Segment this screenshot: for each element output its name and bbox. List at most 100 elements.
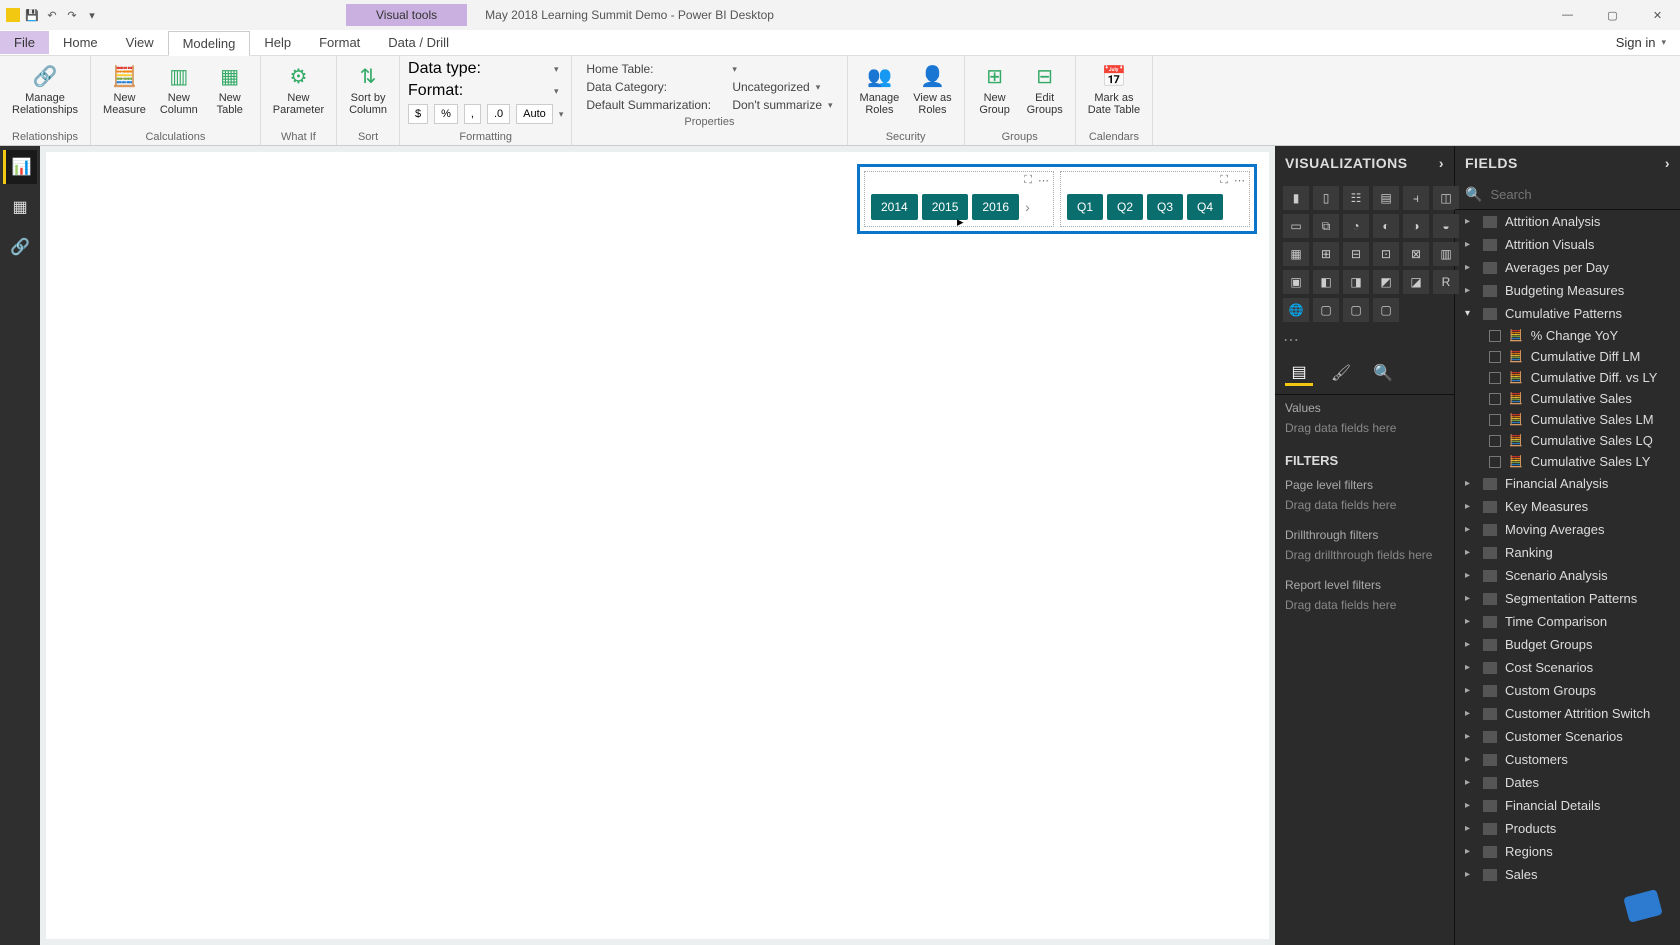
mark-as-date-table-button[interactable]: 📅Mark as Date Table (1084, 60, 1144, 118)
model-view-button[interactable]: 🔗 (3, 230, 37, 264)
field-table[interactable]: ▸Customers (1455, 748, 1680, 771)
year-chip[interactable]: 2014 (871, 194, 918, 220)
manage-relationships-button[interactable]: 🔗 Manage Relationships (8, 60, 82, 118)
viz-type-icon[interactable]: ⊟ (1343, 242, 1369, 266)
more-visuals-icon[interactable]: ⋯ (1275, 328, 1454, 352)
chevron-down-icon[interactable]: ▾ (732, 64, 737, 75)
viz-type-icon[interactable]: ▦ (1283, 242, 1309, 266)
field-table[interactable]: ▸Budget Groups (1455, 633, 1680, 656)
field-table[interactable]: ▸Segmentation Patterns (1455, 587, 1680, 610)
field-table[interactable]: ▸Customer Attrition Switch (1455, 702, 1680, 725)
field-table[interactable]: ▾Cumulative Patterns (1455, 302, 1680, 325)
new-measure-button[interactable]: 🧮New Measure (99, 60, 150, 118)
chevron-down-icon[interactable]: ▾ (559, 109, 564, 120)
format-tab[interactable]: 🖌 (1327, 360, 1355, 386)
tab-home[interactable]: Home (49, 31, 112, 54)
field-table[interactable]: ▸Time Comparison (1455, 610, 1680, 633)
collapse-pane-icon[interactable]: › (1665, 155, 1670, 171)
field-item[interactable]: 🧮% Change YoY (1455, 325, 1680, 346)
field-table[interactable]: ▸Key Measures (1455, 495, 1680, 518)
page-filters-dropzone[interactable]: Drag data fields here (1275, 494, 1454, 522)
viz-type-icon[interactable]: ◔ (1343, 214, 1369, 238)
viz-type-icon[interactable]: ☷ (1343, 186, 1369, 210)
viz-type-icon[interactable]: ⧉ (1313, 214, 1339, 238)
chevron-down-icon[interactable]: ▾ (554, 64, 559, 75)
field-table[interactable]: ▸Products (1455, 817, 1680, 840)
report-canvas[interactable]: ⛶ ⋯ 201420152016› ▸ ⛶ ⋯ Q1Q2Q3Q4 (46, 152, 1269, 939)
focus-mode-icon[interactable]: ⛶ (1024, 174, 1032, 187)
viz-type-icon[interactable]: ▭ (1283, 214, 1309, 238)
year-chip[interactable]: 2015 (922, 194, 969, 220)
viz-type-icon[interactable]: ◩ (1373, 270, 1399, 294)
tab-file[interactable]: File (0, 31, 49, 54)
quarter-chip[interactable]: Q3 (1147, 194, 1183, 220)
quarter-chip[interactable]: Q2 (1107, 194, 1143, 220)
viz-type-icon[interactable]: 🌐 (1283, 298, 1309, 322)
viz-type-icon[interactable]: ◪ (1403, 270, 1429, 294)
field-checkbox[interactable] (1489, 330, 1501, 342)
field-checkbox[interactable] (1489, 456, 1501, 468)
viz-type-icon[interactable]: ⊠ (1403, 242, 1429, 266)
report-view-button[interactable]: 📊 (3, 150, 37, 184)
field-table[interactable]: ▸Moving Averages (1455, 518, 1680, 541)
chevron-down-icon[interactable]: ▾ (554, 86, 559, 97)
field-checkbox[interactable] (1489, 372, 1501, 384)
field-table[interactable]: ▸Averages per Day (1455, 256, 1680, 279)
field-table[interactable]: ▸Attrition Visuals (1455, 233, 1680, 256)
field-checkbox[interactable] (1489, 414, 1501, 426)
viz-type-icon[interactable]: ▢ (1343, 298, 1369, 322)
viz-type-icon[interactable]: ◐ (1373, 214, 1399, 238)
sort-by-column-button[interactable]: ⇅Sort by Column (345, 60, 391, 118)
field-table[interactable]: ▸Custom Groups (1455, 679, 1680, 702)
field-item[interactable]: 🧮Cumulative Sales LM (1455, 409, 1680, 430)
selected-visual-group[interactable]: ⛶ ⋯ 201420152016› ▸ ⛶ ⋯ Q1Q2Q3Q4 (857, 164, 1257, 234)
tab-data-drill[interactable]: Data / Drill (374, 31, 463, 54)
percent-button[interactable]: % (434, 104, 458, 124)
viz-type-icon[interactable]: ▯ (1313, 186, 1339, 210)
field-table[interactable]: ▸Budgeting Measures (1455, 279, 1680, 302)
tab-modeling[interactable]: Modeling (168, 31, 251, 56)
field-table[interactable]: ▸Attrition Analysis (1455, 210, 1680, 233)
quarter-slicer[interactable]: ⛶ ⋯ Q1Q2Q3Q4 (1060, 171, 1250, 227)
new-column-button[interactable]: ▥New Column (156, 60, 202, 118)
more-options-icon[interactable]: ⋯ (1234, 174, 1245, 187)
field-checkbox[interactable] (1489, 435, 1501, 447)
currency-button[interactable]: $ (408, 104, 428, 124)
minimize-button[interactable]: — (1545, 0, 1590, 30)
viz-type-icon[interactable]: ⊞ (1313, 242, 1339, 266)
quarter-chip[interactable]: Q1 (1067, 194, 1103, 220)
comma-button[interactable]: , (464, 104, 481, 124)
data-view-button[interactable]: ▦ (3, 190, 37, 224)
redo-icon[interactable]: ↷ (64, 7, 80, 23)
chevron-down-icon[interactable]: ▾ (828, 100, 833, 111)
slicer-next-icon[interactable]: › (1023, 199, 1032, 215)
viz-type-icon[interactable]: ▤ (1373, 186, 1399, 210)
manage-roles-button[interactable]: 👥Manage Roles (856, 60, 904, 118)
viz-type-icon[interactable]: ▮ (1283, 186, 1309, 210)
field-table[interactable]: ▸Scenario Analysis (1455, 564, 1680, 587)
collapse-pane-icon[interactable]: › (1439, 155, 1444, 171)
values-dropzone[interactable]: Drag data fields here (1275, 417, 1454, 445)
field-table[interactable]: ▸Customer Scenarios (1455, 725, 1680, 748)
viz-type-icon[interactable]: ◧ (1313, 270, 1339, 294)
fields-search-input[interactable] (1490, 187, 1670, 202)
quarter-chip[interactable]: Q4 (1187, 194, 1223, 220)
maximize-button[interactable]: ▢ (1590, 0, 1635, 30)
report-filters-dropzone[interactable]: Drag data fields here (1275, 594, 1454, 622)
analytics-tab[interactable]: 🔍 (1369, 360, 1397, 386)
decimal-button[interactable]: .0 (487, 104, 510, 124)
field-table[interactable]: ▸Financial Details (1455, 794, 1680, 817)
close-button[interactable]: ✕ (1635, 0, 1680, 30)
viz-type-icon[interactable]: ⫞ (1403, 186, 1429, 210)
tab-help[interactable]: Help (250, 31, 305, 54)
view-as-roles-button[interactable]: 👤View as Roles (909, 60, 955, 118)
year-chip[interactable]: 2016 (972, 194, 1019, 220)
field-checkbox[interactable] (1489, 393, 1501, 405)
field-table[interactable]: ▸Regions (1455, 840, 1680, 863)
viz-type-icon[interactable]: ◑ (1403, 214, 1429, 238)
field-table[interactable]: ▸Dates (1455, 771, 1680, 794)
field-table[interactable]: ▸Cost Scenarios (1455, 656, 1680, 679)
edit-groups-button[interactable]: ⊟Edit Groups (1023, 60, 1067, 118)
viz-type-icon[interactable]: ▢ (1373, 298, 1399, 322)
focus-mode-icon[interactable]: ⛶ (1220, 174, 1228, 187)
